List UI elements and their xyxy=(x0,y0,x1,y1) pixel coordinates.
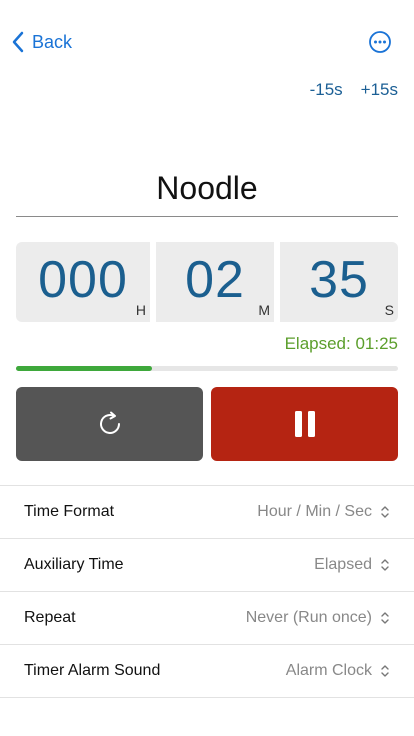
elapsed-time-label: Elapsed: 01:25 xyxy=(284,334,398,353)
plus-15s-button[interactable]: +15s xyxy=(361,80,398,100)
setting-value-text: Alarm Clock xyxy=(285,662,372,679)
minus-15s-button[interactable]: -15s xyxy=(310,80,343,100)
setting-value-text: Hour / Min / Sec xyxy=(257,503,372,520)
setting-value: Elapsed xyxy=(314,556,390,574)
minutes-unit: M xyxy=(258,302,270,318)
countdown-display: 000 H 02 M 35 S xyxy=(16,242,398,322)
setting-value-text: Never (Run once) xyxy=(245,609,372,626)
setting-value: Never (Run once) xyxy=(246,609,390,627)
ellipsis-circle-icon xyxy=(369,31,391,53)
setting-value-text: Elapsed xyxy=(314,556,372,573)
back-button[interactable]: Back xyxy=(10,28,72,56)
chevron-up-down-icon xyxy=(381,665,389,677)
timer-controls xyxy=(16,387,398,461)
more-options-button[interactable] xyxy=(368,30,392,54)
progress-bar xyxy=(16,366,398,371)
chevron-up-down-icon xyxy=(381,559,389,571)
navigation-bar: Back xyxy=(0,0,414,84)
chevron-up-down-icon xyxy=(381,506,389,518)
minutes-box: 02 M xyxy=(156,242,274,322)
hours-box: 000 H xyxy=(16,242,150,322)
seconds-unit: S xyxy=(384,302,394,318)
pause-button[interactable] xyxy=(211,387,398,461)
reset-icon xyxy=(99,411,120,434)
pause-icon xyxy=(294,411,315,437)
chevron-left-icon xyxy=(12,31,24,53)
seconds-value: 35 xyxy=(309,251,369,309)
reset-button[interactable] xyxy=(16,387,203,461)
minutes-value: 02 xyxy=(185,251,245,309)
setting-row-time-format[interactable]: Time Format Hour / Min / Sec xyxy=(0,486,414,539)
settings-list: Time Format Hour / Min / Sec Auxiliary T… xyxy=(0,485,414,698)
time-adjust-group: -15s +15s xyxy=(310,80,398,100)
setting-label: Auxiliary Time xyxy=(24,556,124,573)
setting-row-auxiliary-time[interactable]: Auxiliary Time Elapsed xyxy=(0,539,414,592)
hours-unit: H xyxy=(135,302,146,318)
setting-row-repeat[interactable]: Repeat Never (Run once) xyxy=(0,592,414,645)
setting-label: Time Format xyxy=(24,503,115,520)
setting-value: Hour / Min / Sec xyxy=(257,503,390,521)
setting-label: Timer Alarm Sound xyxy=(24,662,161,679)
chevron-up-down-icon xyxy=(381,612,389,624)
back-label: Back xyxy=(32,31,73,52)
setting-value: Alarm Clock xyxy=(286,662,390,680)
seconds-box: 35 S xyxy=(280,242,398,322)
setting-row-alarm-sound[interactable]: Timer Alarm Sound Alarm Clock xyxy=(0,645,414,698)
progress-fill xyxy=(16,366,152,371)
timer-name[interactable]: Noodle xyxy=(16,164,398,217)
hours-value: 000 xyxy=(38,251,128,309)
setting-label: Repeat xyxy=(24,609,76,626)
